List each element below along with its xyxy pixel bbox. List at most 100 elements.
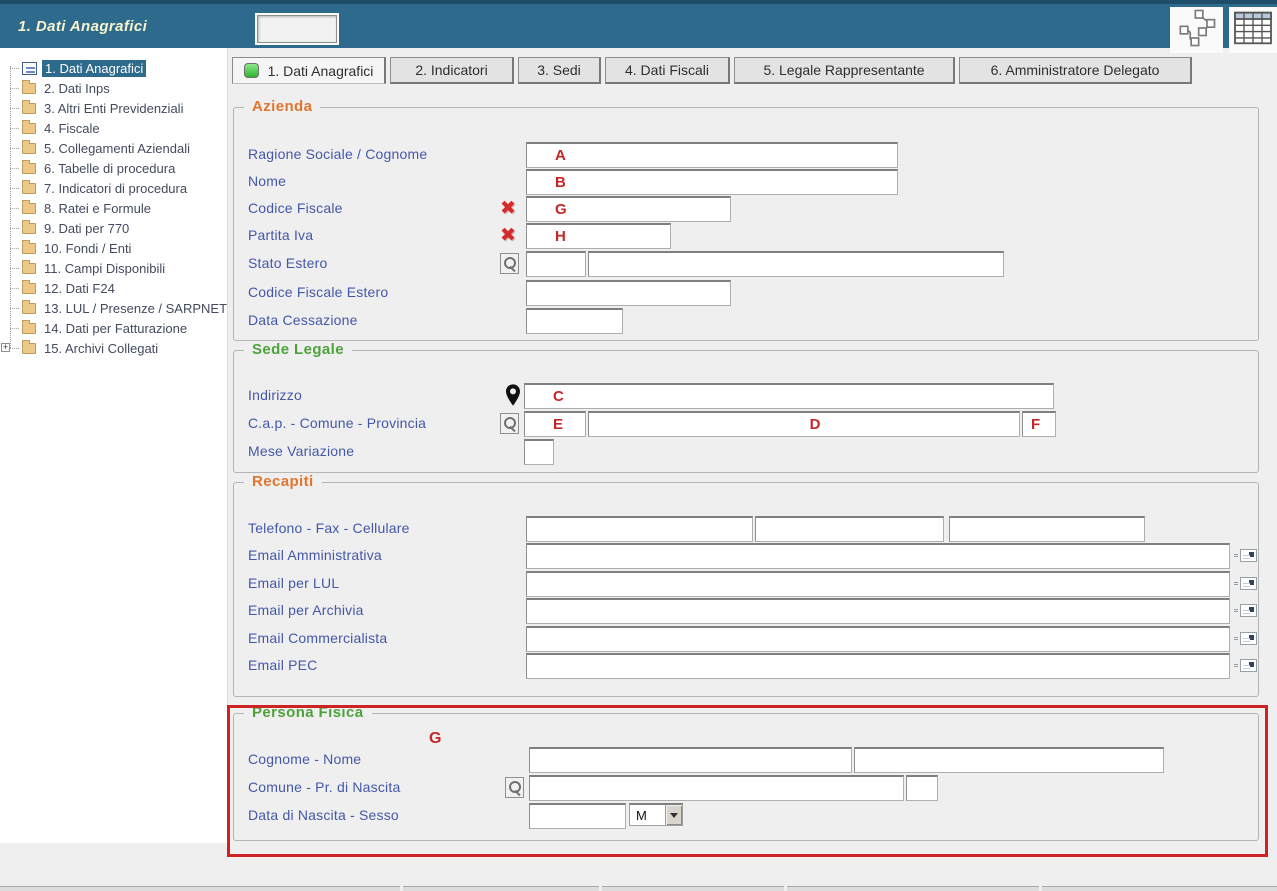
sidebar-item-ratei[interactable]: 8. Ratei e Formule [0, 198, 227, 218]
email-icon[interactable] [1240, 604, 1257, 617]
sidebar-item-campi-disponibili[interactable]: 11. Campi Disponibili [0, 258, 227, 278]
folder-icon [22, 303, 36, 314]
nome-pf-input[interactable] [854, 747, 1164, 773]
folder-icon [22, 203, 36, 214]
sidebar-item-altri-enti[interactable]: 3. Altri Enti Previdenziali [0, 98, 227, 118]
sidebar-item-fiscale[interactable]: 4. Fiscale [0, 118, 227, 138]
sidebar-item-dati-inps[interactable]: 2. Dati Inps [0, 78, 227, 98]
indirizzo-input[interactable] [524, 383, 1054, 409]
sidebar-item-dati-anagrafici[interactable]: 1. Dati Anagrafici [0, 58, 227, 78]
field-label: Cognome - Nome [248, 751, 361, 767]
sidebar-item-lul-presenze[interactable]: 13. LUL / Presenze / SARPNET [0, 298, 227, 318]
folder-icon [22, 123, 36, 134]
comune-input[interactable] [588, 411, 1020, 437]
cellulare-input[interactable] [949, 516, 1145, 542]
provincia-nascita-input[interactable] [906, 775, 938, 801]
form-row: Indirizzo [234, 383, 1258, 409]
form-row: Email Commercialista [234, 626, 1258, 652]
telefono-input[interactable] [526, 516, 753, 542]
folder-icon [22, 83, 36, 94]
mese-variazione-input[interactable] [524, 439, 554, 465]
red-x-icon: ✖ [497, 224, 519, 246]
nome-input[interactable] [526, 169, 898, 195]
sidebar-item-archivi-collegati[interactable]: 15. Archivi Collegati [0, 338, 227, 358]
form-row: Email Amministrativa [234, 543, 1258, 569]
form-row: Ragione Sociale / Cognome [234, 142, 1258, 168]
email-icon[interactable] [1240, 577, 1257, 590]
section-persona-fisica: Persona Fisica G Cognome - Nome Comune -… [233, 713, 1259, 841]
provincia-input[interactable] [1022, 411, 1056, 437]
tab-amministratore-delegato[interactable]: 6. Amministratore Delegato [959, 57, 1192, 84]
cognome-input[interactable] [529, 747, 852, 773]
folder-icon [22, 183, 36, 194]
red-x-icon: ✖ [497, 197, 519, 219]
field-label: Stato Estero [248, 255, 327, 271]
folder-icon [22, 223, 36, 234]
sidebar-item-tabelle[interactable]: 6. Tabelle di procedura [0, 158, 227, 178]
field-label: Email Commercialista [248, 630, 387, 646]
folder-icon [22, 103, 36, 114]
sidebar-item-dati-770[interactable]: 9. Dati per 770 [0, 218, 227, 238]
email-icon[interactable] [1240, 549, 1257, 562]
sidebar-item-indicatori[interactable]: 7. Indicatori di procedura [0, 178, 227, 198]
tab-dati-fiscali[interactable]: 4. Dati Fiscali [605, 57, 730, 84]
section-sede-legale: Sede Legale Indirizzo C.a.p. - Comune - … [233, 350, 1259, 473]
sidebar-item-fatturazione[interactable]: 14. Dati per Fatturazione [0, 318, 227, 338]
section-title: Sede Legale [244, 341, 352, 358]
email-icon[interactable] [1240, 632, 1257, 645]
header-input[interactable] [257, 15, 337, 43]
sesso-select[interactable]: M [629, 803, 683, 826]
search-lookup-icon[interactable] [505, 777, 524, 798]
tab-sedi[interactable]: 3. Sedi [518, 57, 601, 84]
stato-estero-desc-input[interactable] [588, 251, 1004, 277]
tab-dati-anagrafici[interactable]: 1. Dati Anagrafici [232, 57, 386, 84]
form-row: Email per Archivia [234, 598, 1258, 624]
folder-icon [22, 143, 36, 154]
email-pec-input[interactable] [526, 653, 1230, 679]
form-row: Nome [234, 169, 1258, 195]
green-status-square-icon [244, 63, 259, 78]
data-table-button[interactable] [1229, 7, 1277, 53]
cap-input[interactable] [524, 411, 586, 437]
partita-iva-input[interactable] [526, 223, 671, 249]
field-label: Comune - Pr. di Nascita [248, 779, 400, 795]
stato-estero-code-input[interactable] [526, 251, 586, 277]
expand-plus-icon[interactable] [1, 343, 10, 352]
ragione-sociale-input[interactable] [526, 142, 898, 168]
email-commercialista-input[interactable] [526, 626, 1230, 652]
search-lookup-icon[interactable] [500, 253, 519, 274]
chevron-down-icon[interactable] [665, 805, 682, 825]
email-archivia-input[interactable] [526, 598, 1230, 624]
email-icon[interactable] [1240, 659, 1257, 672]
flowchart-button[interactable] [1170, 7, 1223, 53]
codice-fiscale-input[interactable] [526, 196, 731, 222]
search-lookup-icon[interactable] [500, 413, 519, 434]
form-row: Data di Nascita - Sesso M [234, 803, 1258, 829]
form-row: Telefono - Fax - Cellulare [234, 516, 1258, 542]
field-label: Email per LUL [248, 575, 339, 591]
sidebar-item-collegamenti[interactable]: 5. Collegamenti Aziendali [0, 138, 227, 158]
comune-nascita-input[interactable] [529, 775, 904, 801]
sidebar-item-dati-f24[interactable]: 12. Dati F24 [0, 278, 227, 298]
field-label: Email per Archivia [248, 602, 364, 618]
codice-fiscale-estero-input[interactable] [526, 280, 731, 306]
email-lul-input[interactable] [526, 571, 1230, 597]
email-amministrativa-input[interactable] [526, 543, 1230, 569]
sidebar: 1. Dati Anagrafici 2. Dati Inps 3. Altri… [0, 48, 228, 843]
data-cessazione-input[interactable] [526, 308, 623, 334]
sidebar-item-fondi-enti[interactable]: 10. Fondi / Enti [0, 238, 227, 258]
fax-input[interactable] [755, 516, 944, 542]
tab-legale-rappresentante[interactable]: 5. Legale Rappresentante [734, 57, 955, 84]
form-row: Partita Iva ✖ [234, 223, 1258, 249]
form-row: Stato Estero [234, 251, 1258, 277]
field-label: Partita Iva [248, 227, 313, 243]
title-bar: 1. Dati Anagrafici [0, 0, 1277, 48]
field-label: Codice Fiscale Estero [248, 284, 388, 300]
field-label: Email Amministrativa [248, 547, 382, 563]
folder-icon [22, 263, 36, 274]
field-label: Ragione Sociale / Cognome [248, 146, 427, 162]
tab-indicatori[interactable]: 2. Indicatori [390, 57, 514, 84]
field-label: Codice Fiscale [248, 200, 343, 216]
data-nascita-input[interactable] [529, 803, 626, 829]
folder-icon [22, 243, 36, 254]
